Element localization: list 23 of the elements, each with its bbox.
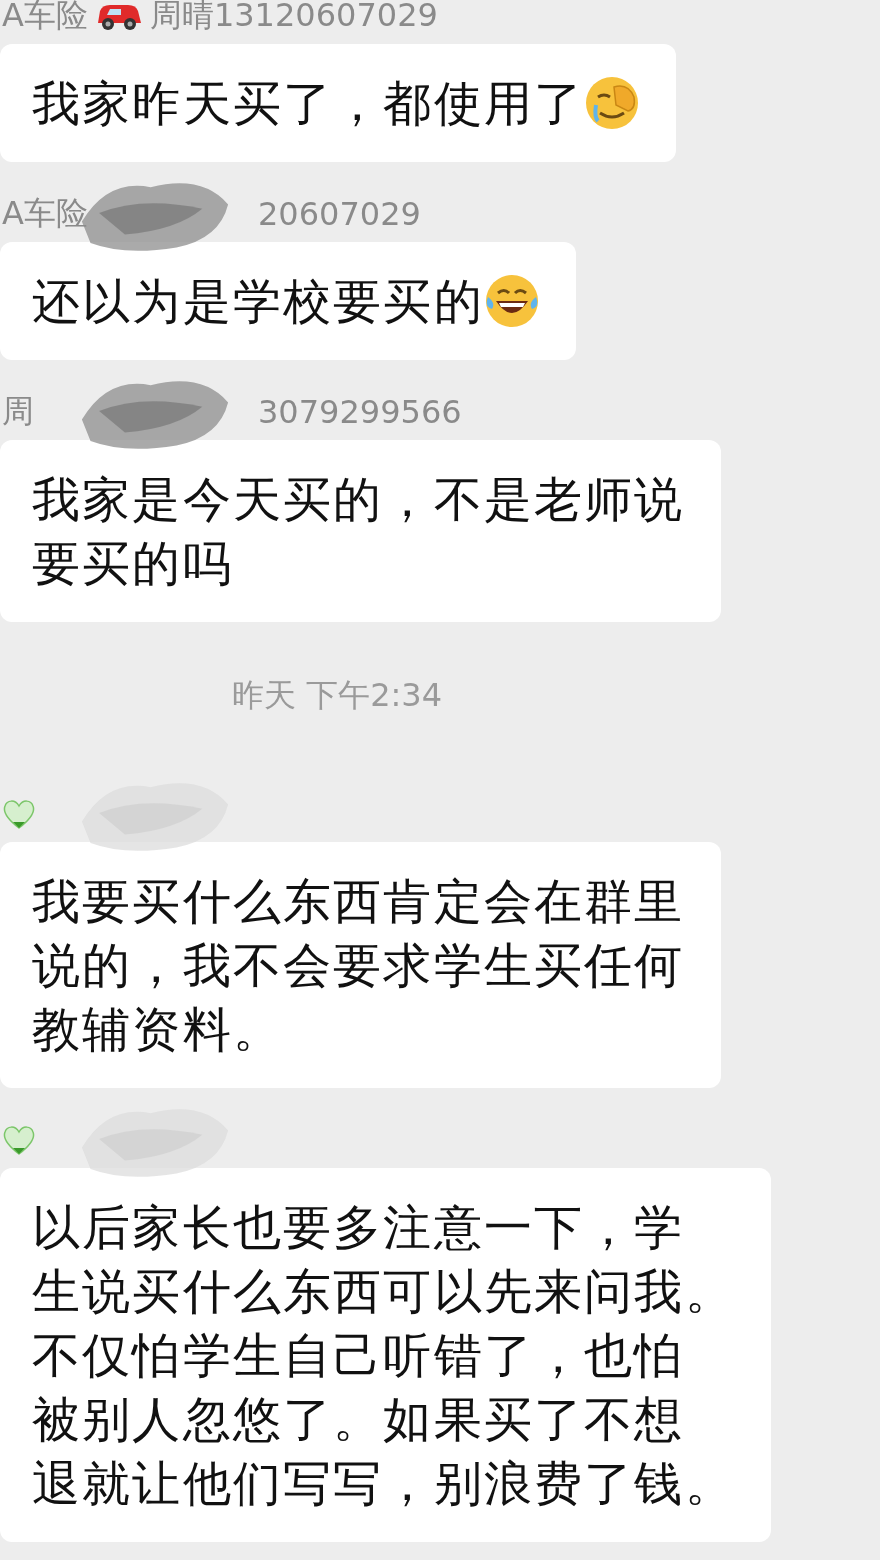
laughing-face-icon bbox=[483, 273, 540, 329]
heart-icon bbox=[2, 798, 36, 830]
message-line: 教辅资料。 bbox=[32, 1000, 284, 1059]
message-line: 我要买什么东西肯定会在群里 bbox=[32, 872, 685, 931]
sender-name: A车险 bbox=[2, 0, 88, 36]
message-line: 以后家长也要多注意一下，学 bbox=[32, 1198, 686, 1257]
sender-name: 周 bbox=[2, 391, 34, 432]
message-line: 我家是今天买的，不是老师说 bbox=[32, 470, 685, 529]
sender-name: 20607029 bbox=[258, 195, 421, 233]
message-line: 还以为是学校要买的 bbox=[32, 272, 484, 331]
sender-name: 3079299566 bbox=[258, 393, 462, 431]
message-line: 退就让他们写写，别浪费了钱。 bbox=[32, 1454, 735, 1513]
message-line: 我家昨天买了，都使用了 bbox=[32, 74, 585, 133]
heart-icon bbox=[2, 1124, 36, 1156]
message-line: 被别人忽悠了。如果买了不想 bbox=[32, 1390, 686, 1449]
message-line: 说的，我不会要求学生买任何 bbox=[32, 936, 685, 995]
message-line: 不仅怕学生自己听错了，也怕 bbox=[32, 1326, 686, 1385]
message-line: 要买的吗 bbox=[32, 534, 234, 593]
facepalm-face-icon bbox=[584, 75, 641, 131]
sender-name: A车险 bbox=[2, 193, 88, 234]
timestamp: 昨天 下午2:34 bbox=[232, 675, 443, 716]
message-line: 生说买什么东西可以先来问我。 bbox=[32, 1262, 735, 1321]
sender-name: 周晴13120607029 bbox=[149, 0, 438, 36]
